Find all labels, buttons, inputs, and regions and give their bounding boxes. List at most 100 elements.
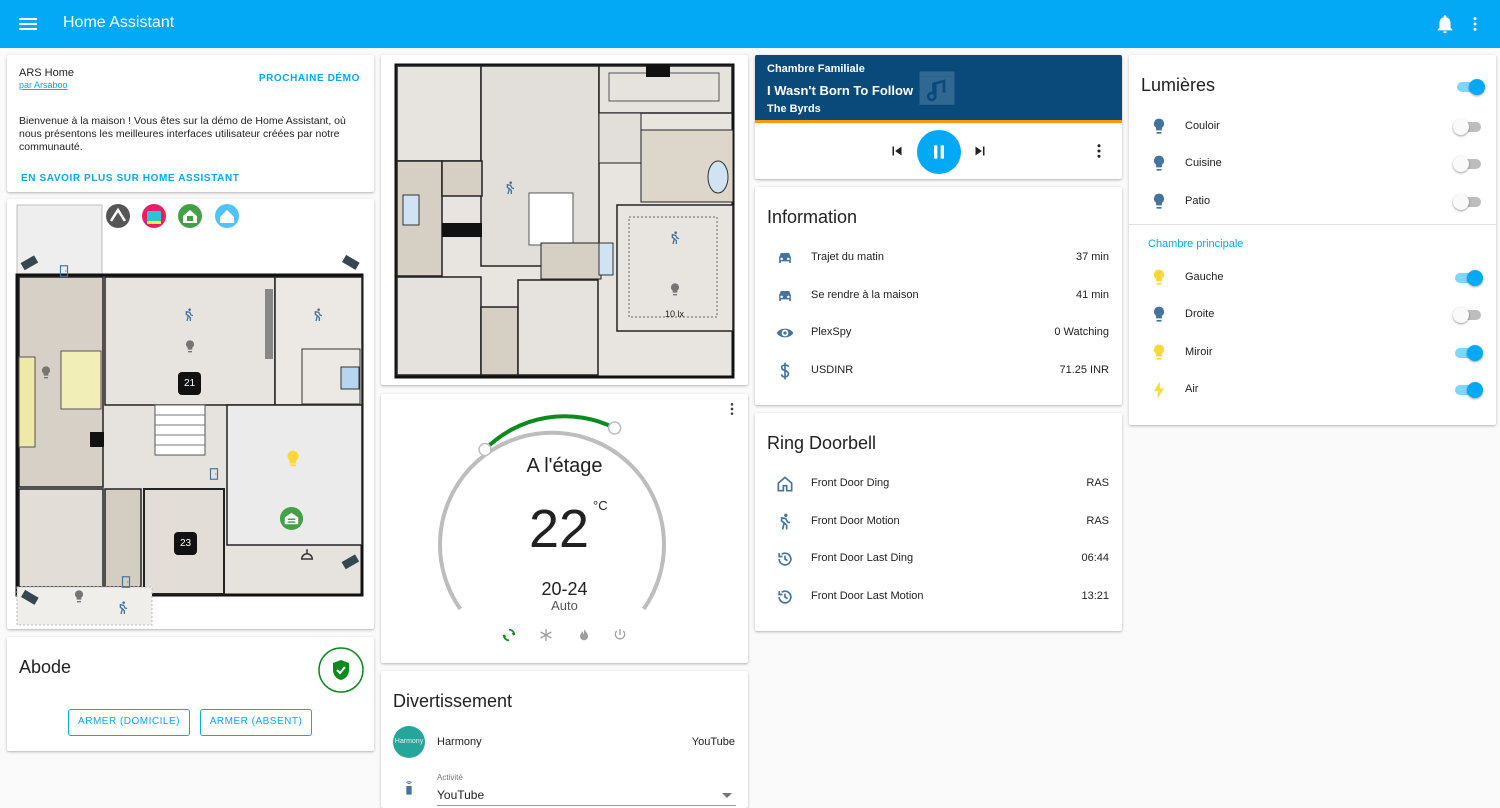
light-bulb-on-icon[interactable] (282, 446, 304, 470)
motion-sensor-icon[interactable] (667, 228, 683, 248)
harmony-name: Harmony (437, 736, 482, 748)
harmony-avatar[interactable]: Harmony (393, 726, 425, 758)
notifications-bell-icon[interactable] (1434, 12, 1456, 36)
ring-label: Front Door Ding (811, 477, 890, 489)
light-bulb-icon[interactable] (71, 587, 87, 607)
media-artist: The Byrds (767, 103, 821, 115)
home-lock-icon[interactable] (177, 203, 203, 229)
thermostat-card: A l'étage 22 °C 20-24 Auto (381, 394, 748, 663)
light-bulb-icon (1153, 306, 1165, 322)
light-row-cuisine[interactable]: Cuisine (1129, 145, 1496, 183)
demo-author-link[interactable]: par Arsaboo (19, 80, 68, 90)
car-icon (779, 253, 791, 263)
floorplan-upper-floor (394, 63, 735, 379)
motion-sensor-icon[interactable] (181, 305, 197, 325)
door-icon[interactable] (207, 466, 221, 482)
light-row-droite[interactable]: Droite (1129, 296, 1496, 334)
media-room: Chambre Familiale (767, 63, 865, 75)
demo-info-card: ARS Home par Arsaboo PROCHAINE DÉMO Bien… (7, 55, 374, 192)
camera-icon[interactable] (18, 587, 42, 609)
motion-sensor-icon[interactable] (310, 305, 326, 325)
info-label: Se rendre à la maison (811, 289, 919, 301)
walk-icon (780, 513, 791, 530)
arm-away-button[interactable]: ARMER (ABSENT) (200, 709, 312, 736)
auto-cycle-icon[interactable] (501, 627, 517, 643)
next-demo-button[interactable]: PROCHAINE DÉMO (259, 73, 360, 84)
home-away-icon[interactable] (214, 203, 240, 229)
skip-next-icon[interactable] (971, 141, 989, 161)
entertainment-title: Divertissement (393, 691, 513, 711)
menu-icon[interactable] (16, 12, 40, 36)
abode-logo-icon[interactable] (105, 203, 131, 229)
ceiling-light-icon[interactable] (298, 547, 316, 565)
ring-row[interactable]: Front Door Motion RAS (755, 503, 1122, 541)
activity-select[interactable]: YouTube (437, 786, 736, 806)
tv-icon[interactable] (141, 203, 167, 229)
temperature-badge[interactable]: 21 (178, 372, 201, 395)
arm-home-button[interactable]: ARMER (DOMICILE) (68, 709, 190, 736)
more-vert-icon[interactable] (1090, 141, 1108, 161)
camera-icon[interactable] (339, 252, 363, 274)
light-toggle[interactable] (1453, 193, 1483, 211)
activity-label: Activité (437, 773, 463, 782)
light-toggle[interactable] (1453, 118, 1483, 136)
light-toggle[interactable] (1453, 269, 1483, 287)
garage-icon[interactable] (279, 506, 304, 531)
light-row-gauche[interactable]: Gauche (1129, 259, 1496, 297)
motion-sensor-icon[interactable] (502, 178, 518, 198)
camera-icon[interactable] (18, 252, 42, 274)
power-icon[interactable] (612, 627, 628, 643)
thermostat-temperature: 22 (529, 499, 590, 559)
lights-title: Lumières (1141, 75, 1216, 95)
ring-row[interactable]: Front Door Last Ding 06:44 (755, 540, 1122, 578)
snowflake-icon[interactable] (538, 627, 554, 643)
light-bulb-icon (1153, 118, 1165, 134)
ring-row[interactable]: Front Door Last Motion 13:21 (755, 578, 1122, 616)
light-toggle[interactable] (1453, 344, 1483, 362)
more-vert-icon[interactable] (1466, 12, 1484, 36)
demo-name: ARS Home (19, 67, 75, 79)
light-label: Gauche (1185, 271, 1224, 283)
learn-more-button[interactable]: EN SAVOIR PLUS SUR HOME ASSISTANT (21, 173, 240, 184)
motion-sensor-icon[interactable] (115, 598, 131, 618)
lights-master-toggle[interactable] (1455, 78, 1485, 96)
light-label: Patio (1185, 195, 1211, 207)
light-bulb-icon (1153, 269, 1165, 285)
door-icon[interactable] (119, 574, 133, 590)
media-progress-bar[interactable] (755, 120, 1122, 123)
light-toggle[interactable] (1453, 306, 1483, 324)
ring-row[interactable]: Front Door Ding RAS (755, 465, 1122, 503)
light-label: Cuisine (1185, 157, 1222, 169)
shield-check-icon[interactable] (317, 646, 365, 694)
abode-title: Abode (19, 657, 72, 677)
light-row-air[interactable]: Air (1129, 371, 1496, 409)
light-toggle[interactable] (1453, 381, 1483, 399)
information-card: Information Trajet du matin 37 min Se re… (755, 187, 1122, 405)
ring-value: 13:21 (1081, 590, 1109, 602)
info-row[interactable]: Trajet du matin 37 min (755, 239, 1122, 277)
thermostat-name: A l'étage (526, 455, 603, 477)
info-row[interactable]: PlexSpy 0 Watching (755, 314, 1122, 352)
info-label: USDINR (811, 364, 854, 376)
light-bulb-icon[interactable] (38, 363, 54, 383)
light-row-patio[interactable]: Patio (1129, 183, 1496, 221)
ring-title: Ring Doorbell (767, 433, 877, 453)
thermostat-range: 20-24 (541, 579, 588, 599)
music-clapper-icon (919, 71, 955, 105)
info-row[interactable]: Se rendre à la maison 41 min (755, 277, 1122, 315)
info-row[interactable]: USDINR 71.25 INR (755, 352, 1122, 390)
light-toggle[interactable] (1453, 155, 1483, 173)
light-label: Droite (1185, 308, 1215, 320)
play-pause-button[interactable] (917, 130, 961, 174)
door-icon[interactable] (57, 263, 71, 279)
light-bulb-icon[interactable] (182, 337, 198, 357)
fire-icon[interactable] (576, 627, 592, 643)
ring-value: RAS (1086, 477, 1109, 489)
camera-icon[interactable] (339, 551, 363, 573)
light-row-couloir[interactable]: Couloir (1129, 108, 1496, 146)
skip-previous-icon[interactable] (888, 141, 906, 161)
temperature-badge[interactable]: 23 (174, 532, 197, 555)
light-bulb-icon[interactable] (667, 280, 683, 300)
light-row-miroir[interactable]: Miroir (1129, 334, 1496, 372)
dropdown-arrow-icon (722, 793, 732, 798)
